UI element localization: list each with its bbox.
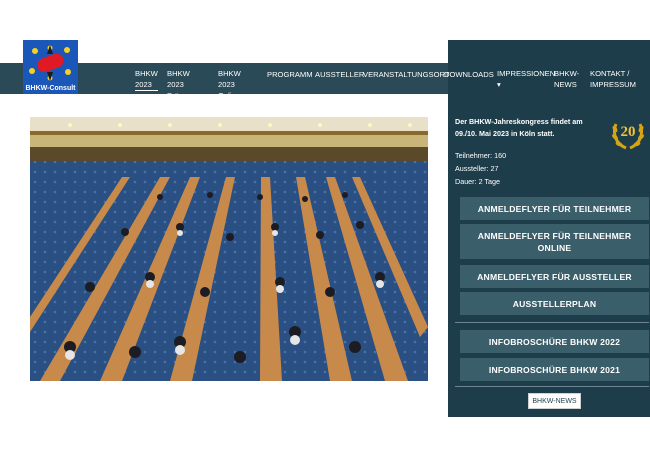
logo[interactable]: BHKW-Consult xyxy=(23,40,78,94)
nav-item-downloads[interactable]: DOWNLOADS xyxy=(444,69,494,80)
bhkw-news-button[interactable]: BHKW-NEWS xyxy=(528,393,581,409)
badge-number: 20 xyxy=(620,124,636,140)
brochure-2022-button[interactable]: INFOBROSCHÜRE BHKW 2022 xyxy=(460,330,649,353)
logo-icon xyxy=(29,45,71,81)
exhibitor-plan-button[interactable]: AUSSTELLERPLAN xyxy=(460,292,649,315)
event-headline: Der BHKW-Jahreskongress findet am 09./10… xyxy=(455,117,583,138)
flyer-participants-online-button[interactable]: ANMELDEFLYER FÜR TEILNEHMER ONLINE xyxy=(460,224,649,259)
nav-item-kontakt-impressum[interactable]: KONTAKT / IMPRESSUM xyxy=(590,68,636,90)
nav-item-bhkw-news[interactable]: BHKW- NEWS xyxy=(554,68,579,90)
nav-item-aussteller[interactable]: AUSSTELLER xyxy=(315,69,364,80)
conference-hall-photo xyxy=(30,117,428,381)
nav-item-bhkw-2023-praesenz[interactable]: BHKW 2023 Präsenz xyxy=(167,68,195,101)
logo-text: BHKW-Consult xyxy=(25,85,76,92)
nav-item-veranstaltungsort[interactable]: VERANSTALTUNGSORT xyxy=(363,69,450,80)
nav-item-bhkw-2023[interactable]: BHKW 2023 xyxy=(135,68,158,91)
nav-item-programm[interactable]: PROGRAMM xyxy=(267,69,313,80)
fact-participants: Teilnehmer: 160 xyxy=(455,151,507,160)
fact-duration: Dauer: 2 Tage xyxy=(455,177,501,186)
anniversary-badge: 20 xyxy=(610,116,646,152)
fact-exhibitors: Aussteller: 27 xyxy=(455,164,499,173)
sidebar-divider xyxy=(455,322,649,323)
sidebar-divider-bottom xyxy=(455,386,649,387)
flyer-exhibitors-button[interactable]: ANMELDEFLYER FÜR AUSSTELLER xyxy=(460,265,649,288)
flyer-participants-button[interactable]: ANMELDEFLYER FÜR TEILNEHMER xyxy=(460,197,649,220)
nav-item-bhkw-2023-online[interactable]: BHKW 2023 Online xyxy=(218,68,241,101)
brochure-2021-button[interactable]: INFOBROSCHÜRE BHKW 2021 xyxy=(460,358,649,381)
nav-item-impressionen[interactable]: IMPRESSIONEN ▾ xyxy=(497,68,555,90)
